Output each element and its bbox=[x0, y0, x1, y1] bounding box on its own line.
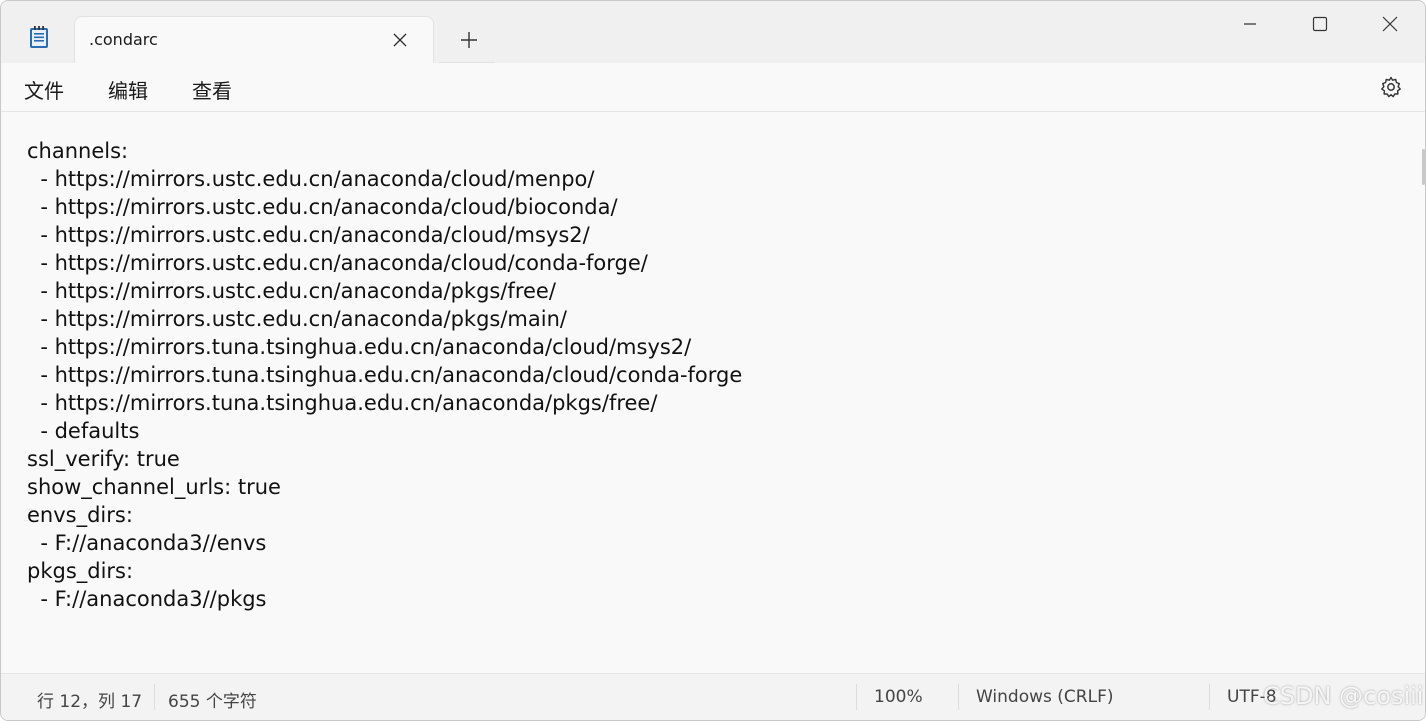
menu-edit[interactable]: 编辑 bbox=[108, 75, 148, 104]
zoom-level[interactable]: 100% bbox=[874, 687, 923, 707]
editor-line[interactable]: channels: bbox=[27, 137, 742, 165]
tab-condarc[interactable]: .condarc bbox=[74, 16, 434, 63]
menu-bar: 文件 编辑 查看 bbox=[1, 63, 1425, 112]
editor-line[interactable]: - https://mirrors.ustc.edu.cn/anaconda/p… bbox=[27, 277, 742, 305]
status-bar: 行 12，列 17 655 个字符 100% Windows (CRLF) UT… bbox=[1, 673, 1425, 720]
menu-view[interactable]: 查看 bbox=[192, 75, 232, 104]
maximize-icon bbox=[1312, 16, 1328, 32]
notepad-window: .condarc 文件 编辑 查看 channels: - https://mi… bbox=[0, 0, 1426, 721]
cursor-position: 行 12，列 17 bbox=[37, 692, 143, 712]
menu-file[interactable]: 文件 bbox=[24, 75, 64, 104]
editor-line[interactable]: - https://mirrors.tuna.tsinghua.edu.cn/a… bbox=[27, 389, 742, 417]
text-editor[interactable]: channels: - https://mirrors.ustc.edu.cn/… bbox=[1, 113, 1425, 673]
editor-line[interactable]: - defaults bbox=[27, 417, 742, 445]
editor-line[interactable]: ssl_verify: true bbox=[27, 445, 742, 473]
character-count: 655 个字符 bbox=[168, 692, 257, 712]
editor-content[interactable]: channels: - https://mirrors.ustc.edu.cn/… bbox=[27, 137, 742, 613]
notepad-icon bbox=[30, 26, 48, 48]
editor-line[interactable]: - https://mirrors.ustc.edu.cn/anaconda/c… bbox=[27, 193, 742, 221]
editor-line[interactable]: - F://anaconda3//envs bbox=[27, 529, 742, 557]
maximize-button[interactable] bbox=[1285, 1, 1355, 47]
status-divider bbox=[856, 684, 857, 710]
editor-line[interactable]: - https://mirrors.tuna.tsinghua.edu.cn/a… bbox=[27, 333, 742, 361]
editor-line[interactable]: - https://mirrors.ustc.edu.cn/anaconda/c… bbox=[27, 249, 742, 277]
title-bar: .condarc bbox=[1, 1, 1425, 63]
vertical-scrollbar[interactable] bbox=[1422, 149, 1425, 185]
editor-line[interactable]: pkgs_dirs: bbox=[27, 557, 742, 585]
new-tab-icon[interactable] bbox=[459, 30, 479, 50]
close-window-button[interactable] bbox=[1355, 1, 1425, 47]
editor-line[interactable]: show_channel_urls: true bbox=[27, 473, 742, 501]
editor-line[interactable]: - https://mirrors.tuna.tsinghua.edu.cn/a… bbox=[27, 361, 742, 389]
line-ending[interactable]: Windows (CRLF) bbox=[976, 687, 1114, 707]
close-icon bbox=[1382, 16, 1398, 32]
watermark: CSDN @cosiii bbox=[1263, 682, 1424, 710]
status-divider bbox=[1209, 684, 1210, 710]
gear-icon[interactable] bbox=[1379, 75, 1403, 99]
minimize-icon bbox=[1244, 23, 1256, 25]
editor-line[interactable]: - https://mirrors.ustc.edu.cn/anaconda/c… bbox=[27, 221, 742, 249]
editor-line[interactable]: envs_dirs: bbox=[27, 501, 742, 529]
status-divider bbox=[958, 684, 959, 710]
tab-title: .condarc bbox=[89, 30, 158, 49]
status-divider bbox=[154, 684, 155, 710]
editor-line[interactable]: - F://anaconda3//pkgs bbox=[27, 585, 742, 613]
editor-line[interactable]: - https://mirrors.ustc.edu.cn/anaconda/p… bbox=[27, 305, 742, 333]
minimize-button[interactable] bbox=[1215, 1, 1285, 47]
editor-line[interactable]: - https://mirrors.ustc.edu.cn/anaconda/c… bbox=[27, 165, 742, 193]
close-tab-icon[interactable] bbox=[391, 31, 409, 49]
